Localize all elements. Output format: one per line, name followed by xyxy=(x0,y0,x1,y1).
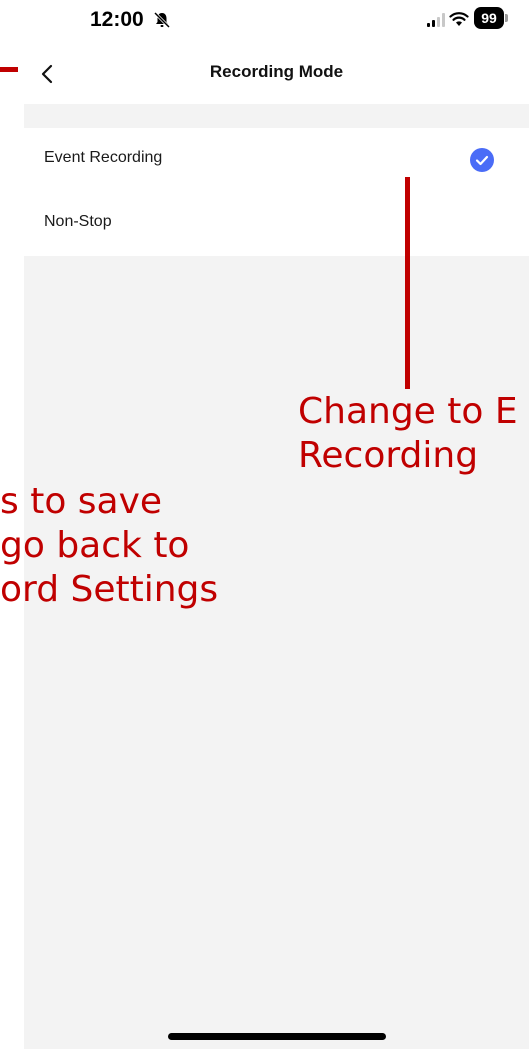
annotation-text-right-2: Recording xyxy=(298,435,479,476)
option-event-recording[interactable]: Event Recording xyxy=(24,128,529,192)
check-icon xyxy=(470,148,494,172)
status-time: 12:00 xyxy=(90,8,144,31)
home-indicator xyxy=(168,1033,386,1040)
annotation-text-left-3: ord Settings xyxy=(0,569,219,610)
nav-bar: Recording Mode xyxy=(24,44,529,104)
recording-mode-options: Event Recording Non-Stop xyxy=(24,128,529,256)
battery-cap xyxy=(505,14,508,22)
section-gap xyxy=(24,104,529,128)
page-title: Recording Mode xyxy=(209,62,344,81)
battery-level: 99 xyxy=(481,10,497,26)
wifi-icon xyxy=(449,12,469,26)
annotation-line-right xyxy=(405,177,410,389)
option-non-stop[interactable]: Non-Stop xyxy=(24,192,529,256)
annotation-line-left xyxy=(0,67,18,72)
option-label: Non-Stop xyxy=(44,213,112,230)
annotation-text-right-1: Change to E xyxy=(298,391,518,432)
signal-icon xyxy=(427,13,445,27)
bell-slash-icon xyxy=(153,11,171,29)
annotation-text-left-2: go back to xyxy=(0,525,190,566)
battery-icon: 99 xyxy=(474,7,504,29)
annotation-text-left-1: s to save xyxy=(0,481,163,522)
option-label: Event Recording xyxy=(44,149,163,166)
status-bar: 12:00 99 xyxy=(24,0,529,44)
